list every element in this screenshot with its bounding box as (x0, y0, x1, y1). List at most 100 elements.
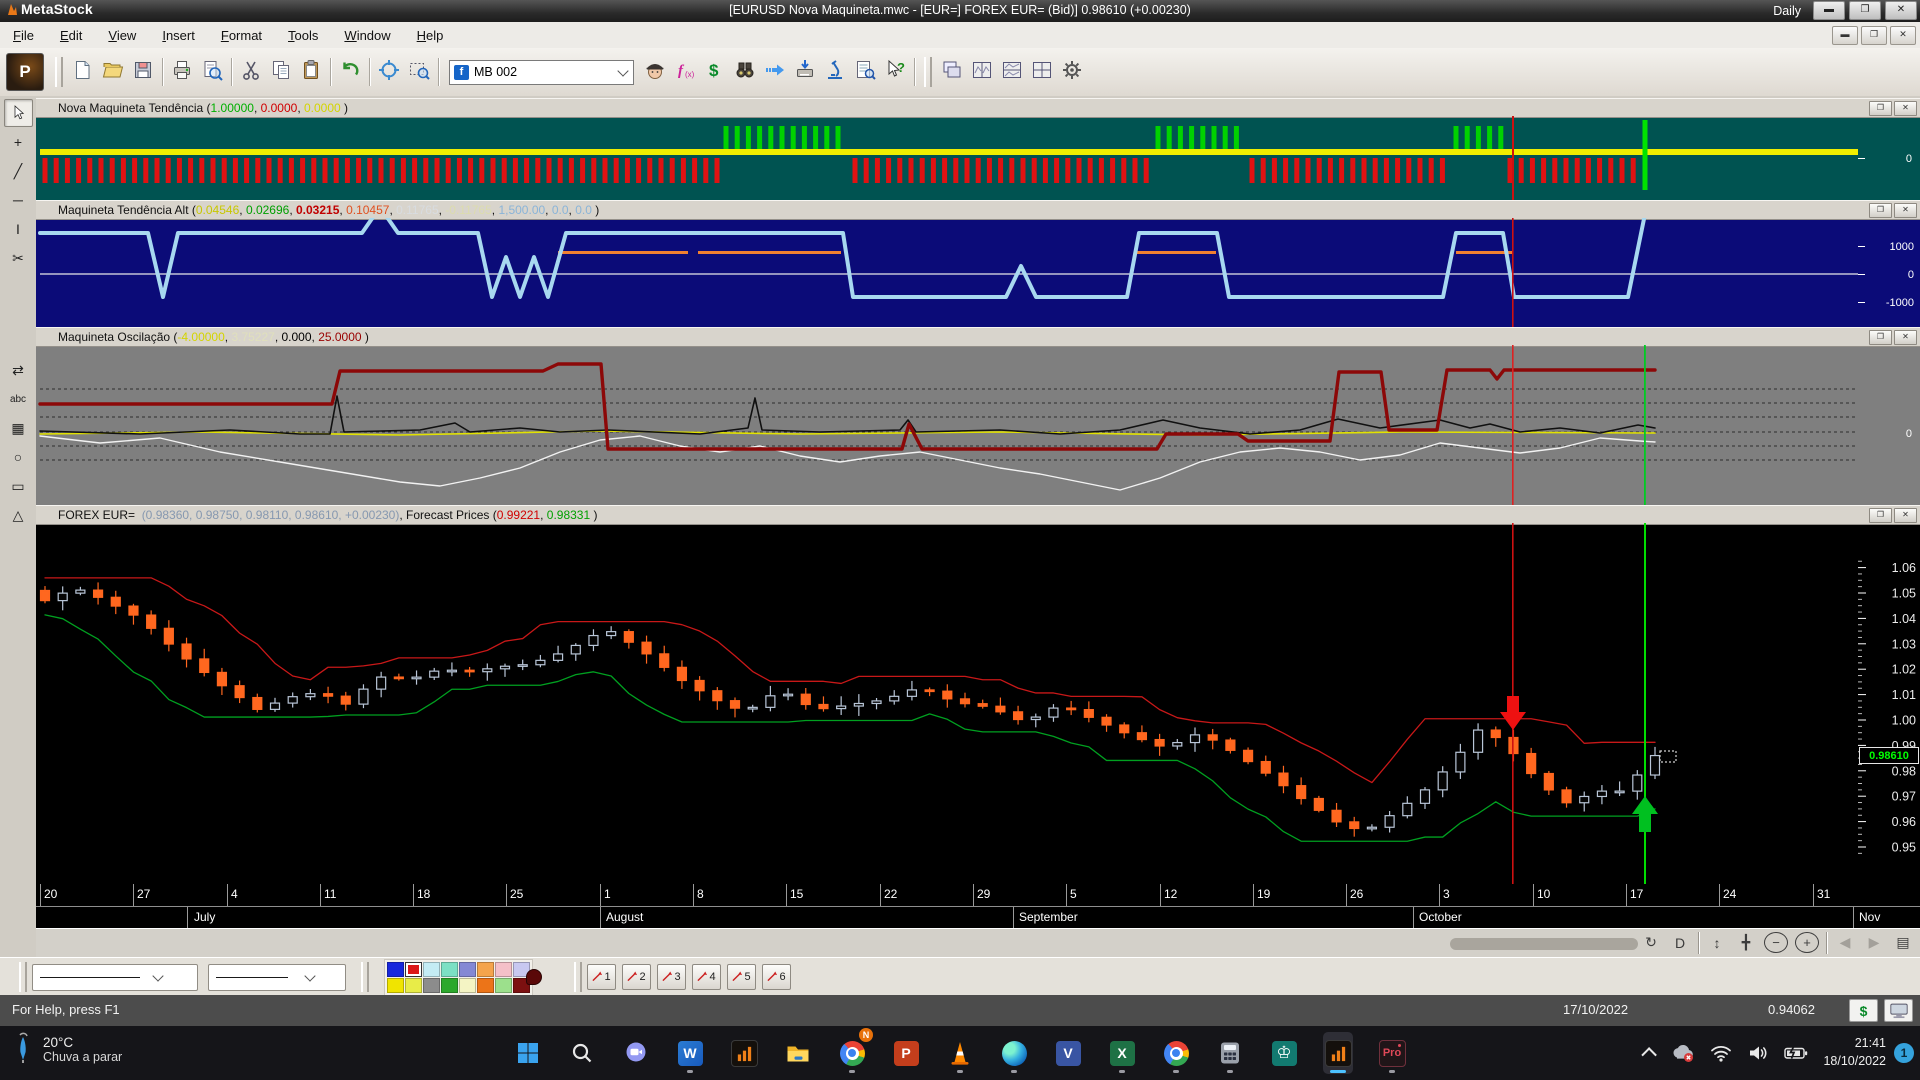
panel-forex-chart[interactable] (36, 523, 1920, 884)
color-swatch[interactable] (441, 978, 458, 993)
layout-template-combo[interactable]: fMB 002 (449, 60, 634, 85)
color-swatch[interactable] (423, 962, 440, 977)
notification-badge[interactable]: 1 (1894, 1043, 1914, 1063)
menu-tools[interactable]: Tools (275, 24, 331, 47)
indicator-builder-button[interactable]: f(x) (670, 57, 700, 87)
taskbar-edge-icon[interactable] (999, 1032, 1029, 1074)
taskbar-file-explorer-icon[interactable] (783, 1032, 813, 1074)
report-button[interactable] (850, 57, 880, 87)
taskbar-start-icon[interactable] (513, 1032, 543, 1074)
wifi-icon[interactable] (1710, 1044, 1732, 1062)
zoom-in-button[interactable]: + (1795, 932, 1819, 953)
explorer-button[interactable] (730, 57, 760, 87)
line-weight-combo[interactable] (208, 964, 346, 991)
pointer-tool[interactable] (4, 99, 33, 127)
minimize-button[interactable]: ▬ (1813, 1, 1845, 20)
tile-horizontal-button[interactable] (997, 57, 1027, 87)
panel-close-button[interactable]: ✕ (1894, 101, 1917, 116)
ellipse-tool[interactable]: ○ (4, 443, 33, 471)
panel-tendencia-alt-chart[interactable] (36, 218, 1920, 327)
panel-restore-button[interactable]: ❐ (1869, 330, 1892, 345)
taskbar-excel-icon[interactable]: X (1107, 1032, 1137, 1074)
menu-file[interactable]: File (0, 24, 47, 47)
volume-icon[interactable] (1747, 1044, 1769, 1062)
close-button[interactable]: ✕ (1885, 1, 1917, 20)
restore-button[interactable]: ❐ (1849, 1, 1881, 20)
favorite-template-5-button[interactable]: 5 (727, 964, 756, 990)
color-swatch[interactable] (423, 978, 440, 993)
expert-advisor-button[interactable] (640, 57, 670, 87)
color-swatch[interactable] (495, 962, 512, 977)
panel-restore-button[interactable]: ❐ (1869, 508, 1892, 523)
panel-close-button[interactable]: ✕ (1894, 203, 1917, 218)
panel-close-button[interactable]: ✕ (1894, 330, 1917, 345)
copy-button[interactable] (266, 57, 296, 87)
favorite-template-4-button[interactable]: 4 (692, 964, 721, 990)
taskbar-chrome-icon[interactable] (1161, 1032, 1191, 1074)
save-chart-button[interactable] (128, 57, 158, 87)
taskbar-word-icon[interactable]: W (675, 1032, 705, 1074)
favorite-template-1-button[interactable]: 1 (587, 964, 616, 990)
refresh-button[interactable]: ↻ (1640, 931, 1662, 954)
taskbar-metastock-icon[interactable] (729, 1032, 759, 1074)
taskbar-powerpoint-icon[interactable]: P (891, 1032, 921, 1074)
online-status-button[interactable] (1884, 999, 1913, 1022)
periodicity-button[interactable]: D (1669, 931, 1691, 954)
color-swatch[interactable] (477, 978, 494, 993)
child-close-button[interactable]: ✕ (1890, 26, 1916, 45)
cascade-windows-button[interactable] (937, 57, 967, 87)
onedrive-error-icon[interactable] (1671, 1044, 1695, 1063)
grid-tool[interactable]: ▦ (4, 414, 33, 442)
menu-edit[interactable]: Edit (47, 24, 95, 47)
panel-restore-button[interactable]: ❐ (1869, 203, 1892, 218)
menu-format[interactable]: Format (208, 24, 275, 47)
cut-button[interactable] (236, 57, 266, 87)
favorite-template-2-button[interactable]: 2 (622, 964, 651, 990)
taskbar-chrome-profile-icon[interactable]: N (837, 1032, 867, 1074)
menu-insert[interactable]: Insert (149, 24, 208, 47)
crosshair-tool[interactable]: + (4, 128, 33, 156)
taskbar-vlc-icon[interactable] (945, 1032, 975, 1074)
menu-view[interactable]: View (95, 24, 149, 47)
taskbar-calculator-icon[interactable] (1215, 1032, 1245, 1074)
color-swatch[interactable] (495, 978, 512, 993)
delete-tool[interactable]: ✂ (4, 244, 33, 272)
color-swatch[interactable] (459, 962, 476, 977)
context-help-button[interactable]: ? (880, 57, 910, 87)
favorite-template-3-button[interactable]: 3 (657, 964, 686, 990)
taskbar-metastock-active-icon[interactable] (1323, 1032, 1353, 1074)
taskbar-pro-icon[interactable]: Pro (1377, 1032, 1407, 1074)
color-swatch[interactable] (459, 978, 476, 993)
tray-expand-icon[interactable] (1645, 1048, 1656, 1059)
panel-oscilacao-chart[interactable] (36, 345, 1920, 505)
forecaster-button[interactable] (760, 57, 790, 87)
page-right-button[interactable]: ▶ (1863, 931, 1885, 954)
color-swatch[interactable] (387, 978, 404, 993)
custom-color-swatch[interactable] (526, 969, 542, 985)
battery-icon[interactable] (1784, 1045, 1808, 1061)
taskbar-chat-icon[interactable] (621, 1032, 651, 1074)
color-swatch[interactable] (387, 962, 404, 977)
panel-tendencia-chart[interactable] (36, 116, 1920, 200)
trendline-tool[interactable]: ╱ (4, 157, 33, 185)
favorite-template-6-button[interactable]: 6 (762, 964, 791, 990)
color-swatch[interactable] (477, 962, 494, 977)
paste-button[interactable] (296, 57, 326, 87)
child-minimize-button[interactable]: ▬ (1832, 26, 1858, 45)
new-chart-button[interactable] (68, 57, 98, 87)
power-console-button[interactable]: P (6, 53, 44, 91)
horizontal-line-tool[interactable]: ─ (4, 186, 33, 214)
menu-window[interactable]: Window (331, 24, 403, 47)
print-preview-button[interactable] (197, 57, 227, 87)
panel-close-button[interactable]: ✕ (1894, 508, 1917, 523)
vertical-scale-button[interactable]: ↕ (1706, 931, 1728, 954)
scrollbar-thumb[interactable] (1450, 938, 1638, 950)
open-chart-button[interactable] (98, 57, 128, 87)
taskbar-search-icon[interactable] (567, 1032, 597, 1074)
zoom-out-button[interactable]: − (1764, 932, 1788, 953)
triangle-tool[interactable]: △ (4, 501, 33, 529)
pan-button[interactable]: ╋ (1735, 931, 1757, 954)
line-style-combo[interactable] (32, 964, 198, 991)
zoom-select-button[interactable] (404, 57, 434, 87)
chart-list-button[interactable]: ▤ (1892, 931, 1914, 954)
